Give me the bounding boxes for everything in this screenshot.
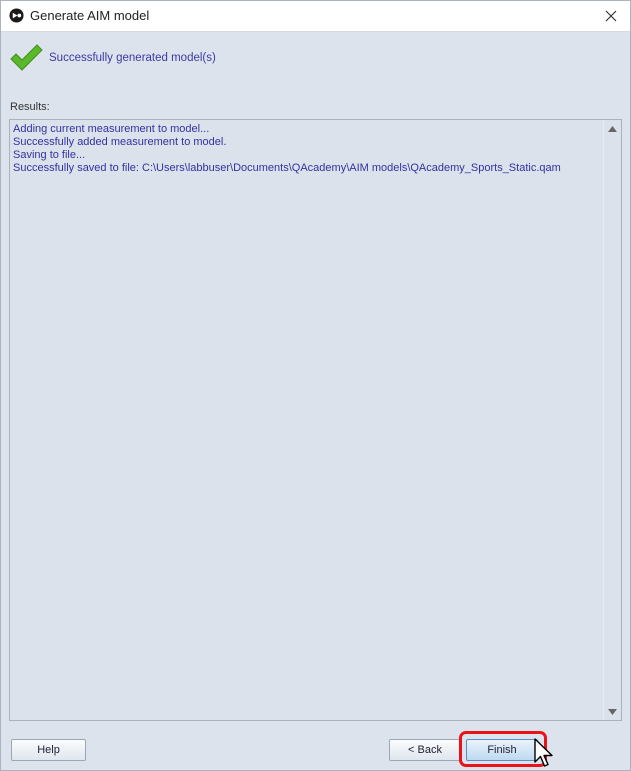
log-line: Saving to file... bbox=[13, 149, 86, 161]
results-log: Adding current measurement to model... S… bbox=[13, 123, 601, 175]
status-header: Successfully generated model(s) bbox=[1, 32, 630, 90]
window-title: Generate AIM model bbox=[30, 8, 150, 23]
scroll-up-button[interactable] bbox=[604, 120, 621, 137]
close-button[interactable] bbox=[600, 5, 622, 27]
status-message: Successfully generated model(s) bbox=[49, 52, 216, 64]
mouse-cursor-icon bbox=[534, 738, 553, 767]
help-button[interactable]: Help bbox=[11, 739, 86, 761]
log-line: Successfully added measurement to model. bbox=[13, 136, 227, 148]
dialog-window: Generate AIM model Successfully generate… bbox=[0, 0, 631, 771]
results-textbox[interactable]: Adding current measurement to model... S… bbox=[9, 119, 622, 721]
vertical-scrollbar[interactable] bbox=[603, 120, 621, 720]
log-line: Successfully saved to file: C:\Users\lab… bbox=[13, 162, 561, 174]
arrow-up-icon bbox=[608, 125, 617, 132]
back-button[interactable]: < Back bbox=[389, 739, 461, 761]
arrow-down-icon bbox=[608, 708, 617, 715]
log-line: Adding current measurement to model... bbox=[13, 123, 210, 135]
scroll-down-button[interactable] bbox=[604, 703, 621, 720]
title-bar: Generate AIM model bbox=[1, 1, 630, 32]
qualisys-logo-icon bbox=[9, 8, 24, 23]
checkmark-icon bbox=[10, 44, 43, 71]
close-icon bbox=[605, 10, 617, 22]
results-label: Results: bbox=[10, 101, 50, 113]
